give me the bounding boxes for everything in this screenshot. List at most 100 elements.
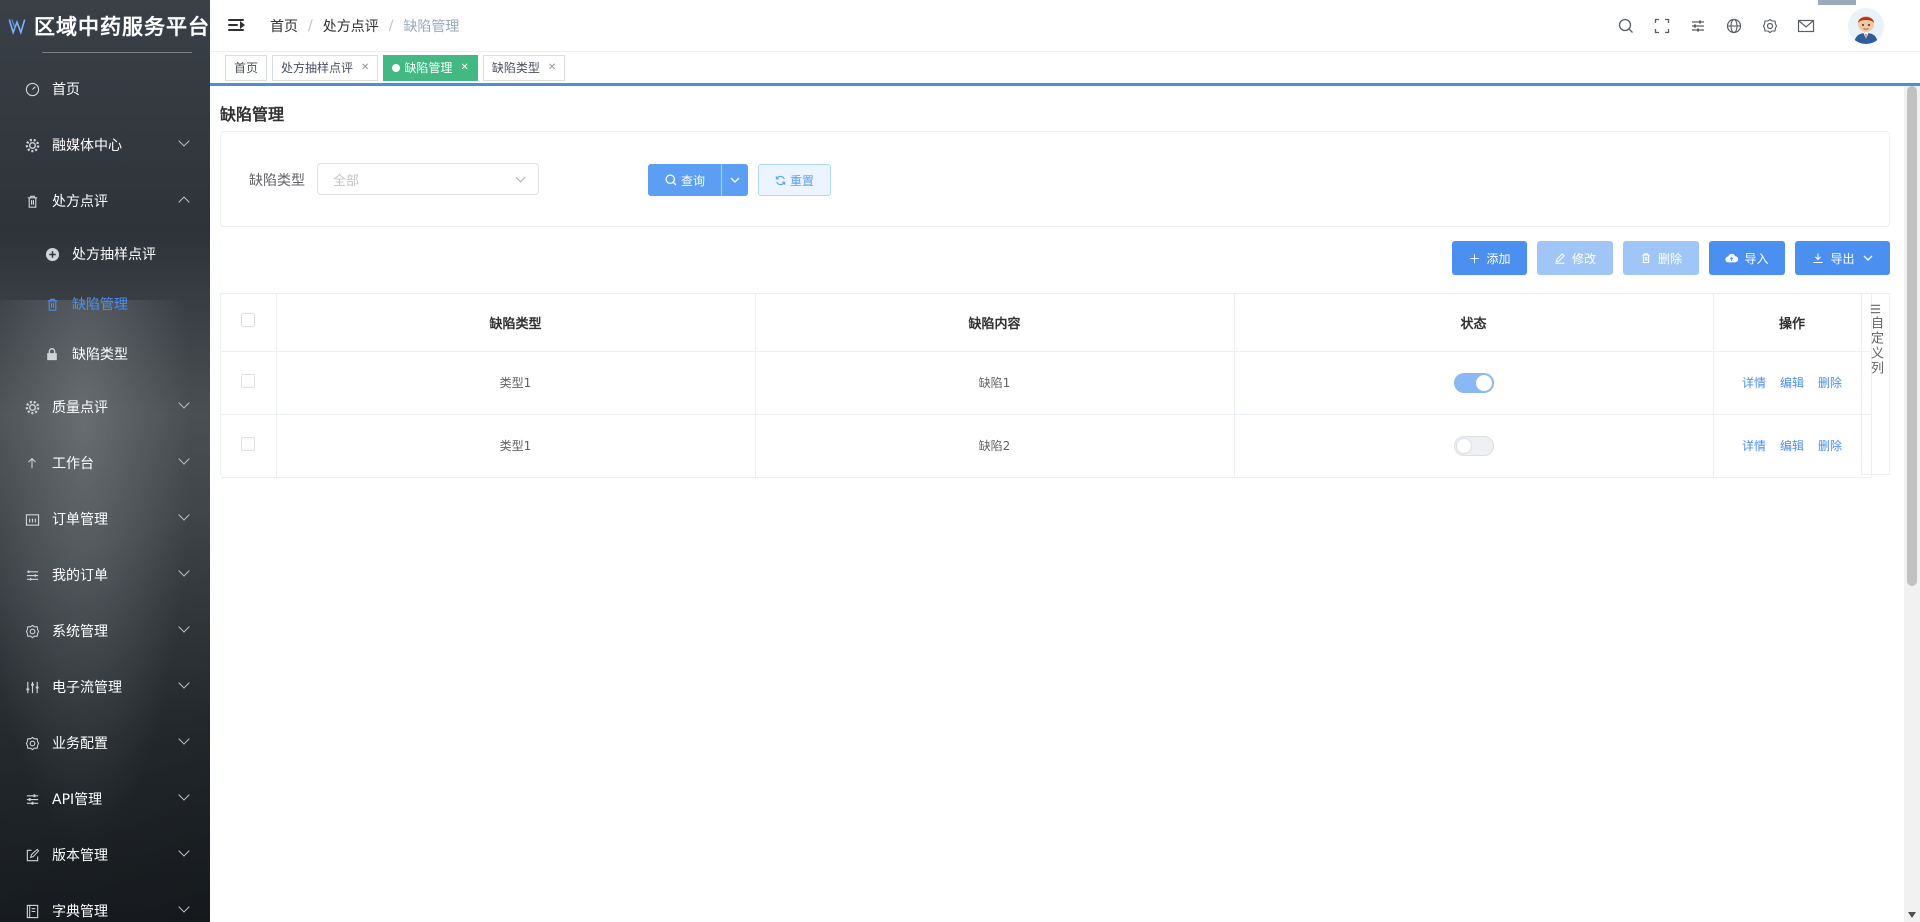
detail-link[interactable]: 详情	[1742, 376, 1766, 390]
actions-cell: 详情 编辑 删除	[1713, 414, 1872, 478]
defect-type-select[interactable]: 全部	[317, 163, 539, 195]
status-switch[interactable]	[1453, 435, 1494, 456]
add-button[interactable]: ＋ 添加	[1452, 241, 1527, 275]
query-button[interactable]: 查询	[649, 165, 721, 195]
import-label: 导入	[1744, 251, 1769, 266]
status-cell	[1234, 414, 1714, 478]
logo[interactable]: 区域中药服务平台	[0, 0, 210, 52]
trash-icon	[24, 193, 40, 209]
actions-cell: 详情 编辑 删除	[1713, 351, 1872, 415]
column-header[interactable]: 缺陷内容	[755, 294, 1235, 352]
sidebar-item-prescription-review[interactable]: 处方点评	[0, 173, 210, 229]
row-checkbox[interactable]	[241, 374, 256, 388]
export-button[interactable]: 导出	[1795, 241, 1890, 275]
tag-defect-type[interactable]: 缺陷类型 ✕	[482, 54, 566, 81]
select-all-checkbox[interactable]	[241, 313, 256, 328]
scroll-down-icon[interactable]	[1908, 912, 1916, 918]
table-row[interactable]: 类型1 缺陷1 详情 编辑 删除	[221, 351, 1872, 415]
sidebar-item-quality-review[interactable]: 质量点评	[0, 379, 210, 435]
tags-view: 首页 处方抽样点评 ✕ 缺陷管理 ✕ 缺陷类型 ✕	[210, 52, 1920, 86]
globe-icon[interactable]	[1716, 8, 1752, 44]
tag-prescription-sampling[interactable]: 处方抽样点评 ✕	[272, 54, 379, 81]
arrow-up-icon	[24, 455, 40, 471]
page-scrollbar[interactable]	[1904, 86, 1920, 922]
reset-button[interactable]: 重置	[758, 164, 831, 196]
status-cell	[1234, 351, 1714, 415]
sidebar-item-order-management[interactable]: 订单管理	[0, 491, 210, 547]
sidebar-item-e-flow-management[interactable]: 电子流管理	[0, 659, 210, 715]
sliders-icon[interactable]	[1680, 8, 1716, 44]
tag-label: 缺陷管理	[404, 61, 453, 75]
list-icon	[24, 567, 40, 583]
top-edge-tab	[1818, 0, 1856, 5]
sidebar-item-label: 首页	[52, 82, 80, 98]
chevron-up-icon	[178, 196, 190, 208]
fullscreen-icon[interactable]	[1644, 8, 1680, 44]
breadcrumb-prescription-review[interactable]: 处方点评	[323, 16, 379, 36]
sidebar-item-my-orders[interactable]: 我的订单	[0, 547, 210, 603]
delete-label: 删除	[1657, 251, 1682, 266]
delete-button[interactable]: 删除	[1623, 241, 1699, 275]
delete-link[interactable]: 删除	[1818, 376, 1842, 390]
chevron-down-icon	[178, 845, 190, 857]
edit-link[interactable]: 编辑	[1780, 376, 1804, 390]
delete-link[interactable]: 删除	[1818, 439, 1842, 453]
edit-button[interactable]: 修改	[1537, 241, 1613, 275]
select-placeholder: 全部	[333, 173, 360, 189]
sidebar-item-label: 处方点评	[52, 194, 108, 210]
sidebar-item-label: API管理	[52, 792, 103, 808]
sidebar-subitem-prescription-sampling[interactable]: 处方抽样点评	[0, 229, 210, 279]
breadcrumb-home[interactable]: 首页	[270, 16, 298, 36]
close-icon[interactable]: ✕	[460, 62, 468, 73]
sidebar-item-system-management[interactable]: 系统管理	[0, 603, 210, 659]
custom-column-toggle[interactable]: 自定义列	[1861, 294, 1890, 475]
close-icon[interactable]: ✕	[361, 62, 369, 73]
sidebar-item-label: 缺陷管理	[72, 297, 128, 313]
tag-defect-management[interactable]: 缺陷管理 ✕	[383, 54, 478, 81]
column-header[interactable]: 缺陷类型	[276, 294, 756, 352]
sidebar-item-home[interactable]: 首页	[0, 61, 210, 117]
sidebar-subitem-defect-management[interactable]: 缺陷管理	[0, 279, 210, 329]
breadcrumb-current: 缺陷管理	[403, 18, 460, 35]
chevron-down-icon	[1863, 255, 1872, 261]
query-dropdown-button[interactable]	[722, 165, 748, 195]
mail-icon[interactable]	[1788, 8, 1824, 44]
page-title: 缺陷管理	[220, 105, 285, 124]
sidebar-item-api-management[interactable]: API管理	[0, 771, 210, 827]
sidebar-menu: 首页 融媒体中心 处方点评 处方抽样点评 缺陷管理 缺陷类型 质量点评 工作台 …	[0, 61, 210, 922]
avatar[interactable]	[1848, 8, 1884, 44]
sidebar-item-business-config[interactable]: 业务配置	[0, 715, 210, 771]
query-button-group: 查询	[648, 164, 748, 196]
sidebar-item-label: 订单管理	[52, 512, 108, 528]
close-icon[interactable]: ✕	[548, 62, 556, 73]
status-switch[interactable]	[1453, 372, 1494, 393]
row-checkbox[interactable]	[241, 437, 256, 451]
settings-icon	[24, 735, 40, 751]
detail-link[interactable]: 详情	[1742, 439, 1766, 453]
settings-icon[interactable]	[1752, 8, 1788, 44]
sidebar-item-dictionary-management[interactable]: 字典管理	[0, 883, 210, 922]
sidebar-item-version-management[interactable]: 版本管理	[0, 827, 210, 883]
edit-link[interactable]: 编辑	[1780, 439, 1804, 453]
sidebar-item-workbench[interactable]: 工作台	[0, 435, 210, 491]
menu-toggle-icon[interactable]	[228, 18, 246, 34]
defect-table: 缺陷类型 缺陷内容 状态 操作 类型1 缺陷1 详情 编辑 删除 类型1 缺陷2…	[220, 293, 1890, 478]
reset-label: 重置	[789, 173, 814, 188]
scrollbar-thumb[interactable]	[1907, 86, 1917, 586]
column-header[interactable]: 状态	[1234, 294, 1714, 352]
sidebar: 区域中药服务平台 首页 融媒体中心 处方点评 处方抽样点评 缺陷管理 缺陷类型 …	[0, 0, 210, 922]
import-button[interactable]: 导入	[1709, 241, 1785, 275]
query-label: 查询	[680, 173, 705, 188]
gear-icon	[24, 399, 40, 415]
sidebar-item-media-center[interactable]: 融媒体中心	[0, 117, 210, 173]
table-row[interactable]: 类型1 缺陷2 详情 编辑 删除	[221, 414, 1872, 478]
row-select-cell	[221, 351, 277, 415]
defect-type-cell: 类型1	[276, 351, 756, 415]
sidebar-subitem-defect-type[interactable]: 缺陷类型	[0, 329, 210, 379]
download-icon	[1813, 253, 1823, 264]
add-label: 添加	[1486, 251, 1511, 266]
tag-label: 处方抽样点评	[281, 61, 354, 75]
table-toolbar: ＋ 添加 修改 删除 导入 导出	[220, 227, 1890, 293]
tag-home[interactable]: 首页	[225, 54, 268, 81]
search-icon[interactable]	[1608, 8, 1644, 44]
